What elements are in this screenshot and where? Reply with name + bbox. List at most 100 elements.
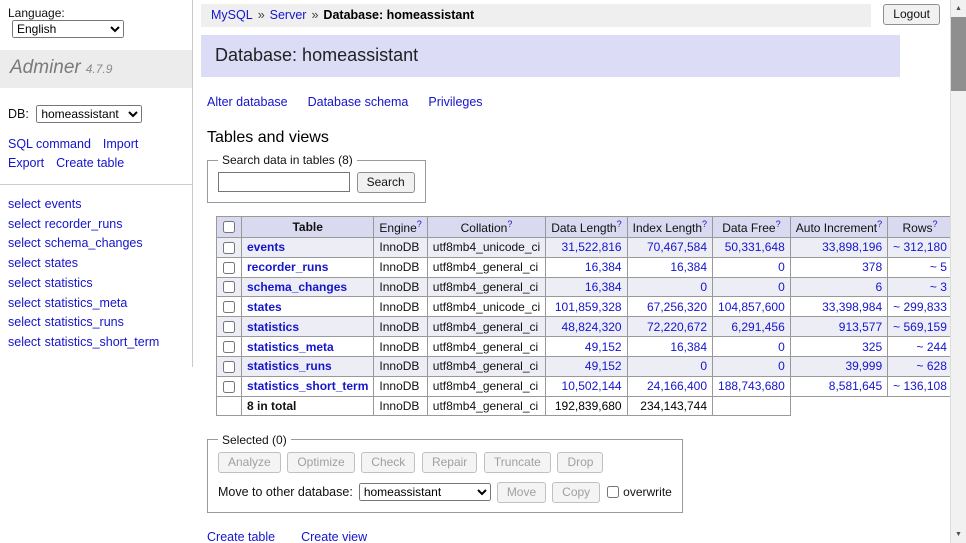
select-link[interactable]: select (8, 197, 41, 211)
collation-help-link[interactable]: ? (507, 219, 512, 229)
check-button[interactable]: Check (361, 452, 415, 473)
row-checkbox[interactable] (223, 242, 235, 254)
database-schema-link[interactable]: Database schema (308, 95, 409, 109)
vertical-scrollbar[interactable]: ▲ ▼ (950, 0, 966, 543)
optimize-button[interactable]: Optimize (287, 452, 354, 473)
index-length-link[interactable]: 67,256,320 (647, 300, 707, 314)
data-free-link[interactable]: 50,331,648 (725, 240, 785, 254)
rows-help-link[interactable]: ? (933, 219, 938, 229)
copy-button[interactable]: Copy (552, 482, 600, 503)
index-length-link[interactable]: 24,166,400 (647, 379, 707, 393)
select-link[interactable]: select (8, 315, 41, 329)
search-input[interactable] (218, 172, 350, 192)
drop-button[interactable]: Drop (557, 452, 603, 473)
scroll-down-button[interactable]: ▼ (951, 526, 966, 543)
index-length-link[interactable]: 0 (700, 359, 707, 373)
select-link[interactable]: select (8, 335, 41, 349)
auto-increment-link[interactable]: 8,581,645 (829, 379, 882, 393)
sidebar-table-link[interactable]: events (45, 197, 82, 211)
auto-increment-link[interactable]: 39,999 (845, 359, 882, 373)
engine-help-link[interactable]: ? (417, 219, 422, 229)
data-length-link[interactable]: 10,502,144 (562, 379, 622, 393)
rows-count-link[interactable]: ~ 5 (930, 260, 947, 274)
analyze-button[interactable]: Analyze (218, 452, 281, 473)
row-checkbox[interactable] (223, 321, 235, 333)
adminer-logo-link[interactable]: Adminer (10, 57, 81, 78)
export-link[interactable]: Export (8, 156, 44, 170)
data-length-link[interactable]: 48,824,320 (562, 320, 622, 334)
index-length-link[interactable]: 16,384 (670, 260, 707, 274)
search-button[interactable]: Search (357, 172, 415, 193)
auto-increment-link[interactable]: 33,898,196 (822, 240, 882, 254)
index-length-link[interactable]: 72,220,672 (647, 320, 707, 334)
index-length-link[interactable]: 16,384 (670, 340, 707, 354)
auto-increment-link[interactable]: 325 (862, 340, 882, 354)
sidebar-table-link[interactable]: statistics (45, 276, 93, 290)
create-table-link[interactable]: Create table (207, 530, 275, 543)
rows-count-link[interactable]: ~ 569,159 (893, 320, 947, 334)
import-link[interactable]: Import (103, 137, 138, 151)
row-checkbox[interactable] (223, 281, 235, 293)
alter-database-link[interactable]: Alter database (207, 95, 288, 109)
rows-count-link[interactable]: ~ 244 (917, 340, 947, 354)
auto-increment-link[interactable]: 6 (875, 280, 882, 294)
table-name-link[interactable]: statistics (247, 320, 299, 334)
privileges-link[interactable]: Privileges (428, 95, 482, 109)
select-link[interactable]: select (8, 296, 41, 310)
move-database-select[interactable]: homeassistant (359, 483, 491, 501)
create-view-link[interactable]: Create view (301, 530, 367, 543)
row-checkbox[interactable] (223, 301, 235, 313)
sidebar-table-link[interactable]: statistics_runs (45, 315, 124, 329)
table-name-link[interactable]: recorder_runs (247, 260, 328, 274)
index-length-link[interactable]: 0 (700, 280, 707, 294)
data-free-link[interactable]: 188,743,680 (718, 379, 785, 393)
data-length-link[interactable]: 16,384 (585, 280, 622, 294)
select-link[interactable]: select (8, 256, 41, 270)
sidebar-table-link[interactable]: statistics_meta (45, 296, 128, 310)
scroll-up-button[interactable]: ▲ (951, 0, 966, 17)
auto-increment-link[interactable]: 378 (862, 260, 882, 274)
table-name-link[interactable]: schema_changes (247, 280, 347, 294)
auto-increment-link[interactable]: 913,577 (839, 320, 882, 334)
sidebar-table-link[interactable]: schema_changes (45, 236, 143, 250)
select-all-checkbox[interactable] (223, 221, 235, 233)
row-checkbox[interactable] (223, 341, 235, 353)
rows-count-link[interactable]: ~ 628 (917, 359, 947, 373)
breadcrumb-server-link[interactable]: Server (270, 8, 307, 22)
overwrite-checkbox[interactable] (607, 486, 619, 498)
index-length-link[interactable]: 70,467,584 (647, 240, 707, 254)
create-table-link-sidebar[interactable]: Create table (56, 156, 124, 170)
row-checkbox[interactable] (223, 361, 235, 373)
auto-increment-help-link[interactable]: ? (877, 219, 882, 229)
sidebar-table-link[interactable]: statistics_short_term (45, 335, 160, 349)
data-free-link[interactable]: 0 (778, 340, 785, 354)
data-free-link[interactable]: 104,857,600 (718, 300, 785, 314)
data-free-link[interactable]: 6,291,456 (731, 320, 784, 334)
index-length-help-link[interactable]: ? (702, 219, 707, 229)
breadcrumb-mysql-link[interactable]: MySQL (211, 8, 253, 22)
data-length-link[interactable]: 49,152 (585, 340, 622, 354)
row-checkbox[interactable] (223, 381, 235, 393)
sql-command-link[interactable]: SQL command (8, 137, 91, 151)
sidebar-table-link[interactable]: states (45, 256, 78, 270)
move-button[interactable]: Move (497, 482, 546, 503)
rows-count-link[interactable]: ~ 136,108 (893, 379, 947, 393)
sidebar-table-link[interactable]: recorder_runs (45, 217, 123, 231)
data-length-link[interactable]: 31,522,816 (562, 240, 622, 254)
rows-count-link[interactable]: ~ 299,833 (893, 300, 947, 314)
data-free-help-link[interactable]: ? (776, 219, 781, 229)
rows-count-link[interactable]: ~ 3 (930, 280, 947, 294)
data-free-link[interactable]: 0 (778, 260, 785, 274)
table-name-link[interactable]: statistics_runs (247, 359, 332, 373)
data-free-link[interactable]: 0 (778, 359, 785, 373)
table-name-link[interactable]: statistics_meta (247, 340, 334, 354)
select-link[interactable]: select (8, 276, 41, 290)
data-length-link[interactable]: 101,859,328 (555, 300, 622, 314)
language-select[interactable]: English (12, 20, 124, 38)
repair-button[interactable]: Repair (422, 452, 477, 473)
truncate-button[interactable]: Truncate (484, 452, 551, 473)
table-name-link[interactable]: statistics_short_term (247, 379, 368, 393)
db-select[interactable]: homeassistant (36, 105, 142, 123)
table-name-link[interactable]: events (247, 240, 285, 254)
select-link[interactable]: select (8, 217, 41, 231)
